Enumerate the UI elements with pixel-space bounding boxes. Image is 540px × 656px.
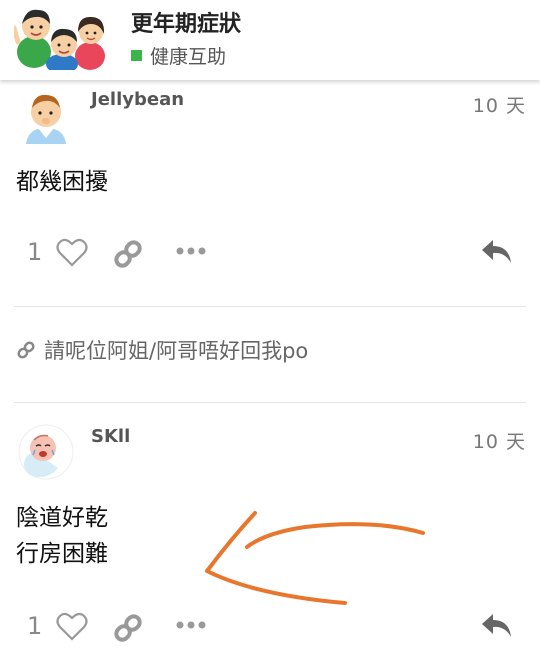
post-divider	[14, 402, 526, 403]
post-content-line: 行房困難	[16, 541, 108, 567]
post-divider	[14, 306, 526, 307]
post-content: 陰道好乾 行房困難	[16, 500, 108, 572]
link-icon[interactable]	[112, 238, 144, 270]
link-small-icon	[17, 341, 35, 359]
linked-topic-title[interactable]: 請呢位阿姐/阿哥唔好回我po	[44, 335, 308, 365]
topic-title[interactable]: 更年期症狀	[131, 6, 241, 38]
category-label: 健康互助	[150, 46, 227, 68]
heart-icon[interactable]	[56, 238, 88, 268]
user-avatar-skll[interactable]	[18, 424, 74, 480]
category-badge[interactable]: 健康互助	[131, 42, 226, 69]
reply-icon[interactable]	[481, 238, 513, 266]
post-username[interactable]: Jellybean	[91, 89, 184, 110]
post-actions: 1	[0, 608, 540, 648]
post-username[interactable]: SKll	[91, 426, 130, 447]
category-color-square	[131, 50, 142, 61]
user-avatar-jellybean[interactable]	[18, 88, 74, 144]
link-icon[interactable]	[112, 612, 144, 644]
like-count[interactable]: 1	[27, 612, 42, 640]
post-content-line: 都幾困擾	[16, 169, 108, 195]
more-options-icon[interactable]	[176, 246, 206, 256]
post-content: 都幾困擾	[16, 164, 108, 200]
post-date[interactable]: 10 天	[473, 91, 526, 118]
like-count[interactable]: 1	[27, 238, 42, 266]
family-logo-icon[interactable]	[14, 4, 110, 70]
post-date[interactable]: 10 天	[473, 427, 526, 454]
linked-topic-notice[interactable]: 請呢位阿姐/阿哥唔好回我po	[16, 335, 308, 365]
post-actions: 1	[0, 234, 540, 274]
reply-icon[interactable]	[481, 612, 513, 640]
orange-arrow-annotation-icon	[205, 511, 425, 605]
more-options-icon[interactable]	[176, 620, 206, 630]
heart-icon[interactable]	[56, 612, 88, 642]
topic-header: 更年期症狀 健康互助	[0, 0, 540, 80]
post-content-line: 陰道好乾	[16, 505, 108, 531]
